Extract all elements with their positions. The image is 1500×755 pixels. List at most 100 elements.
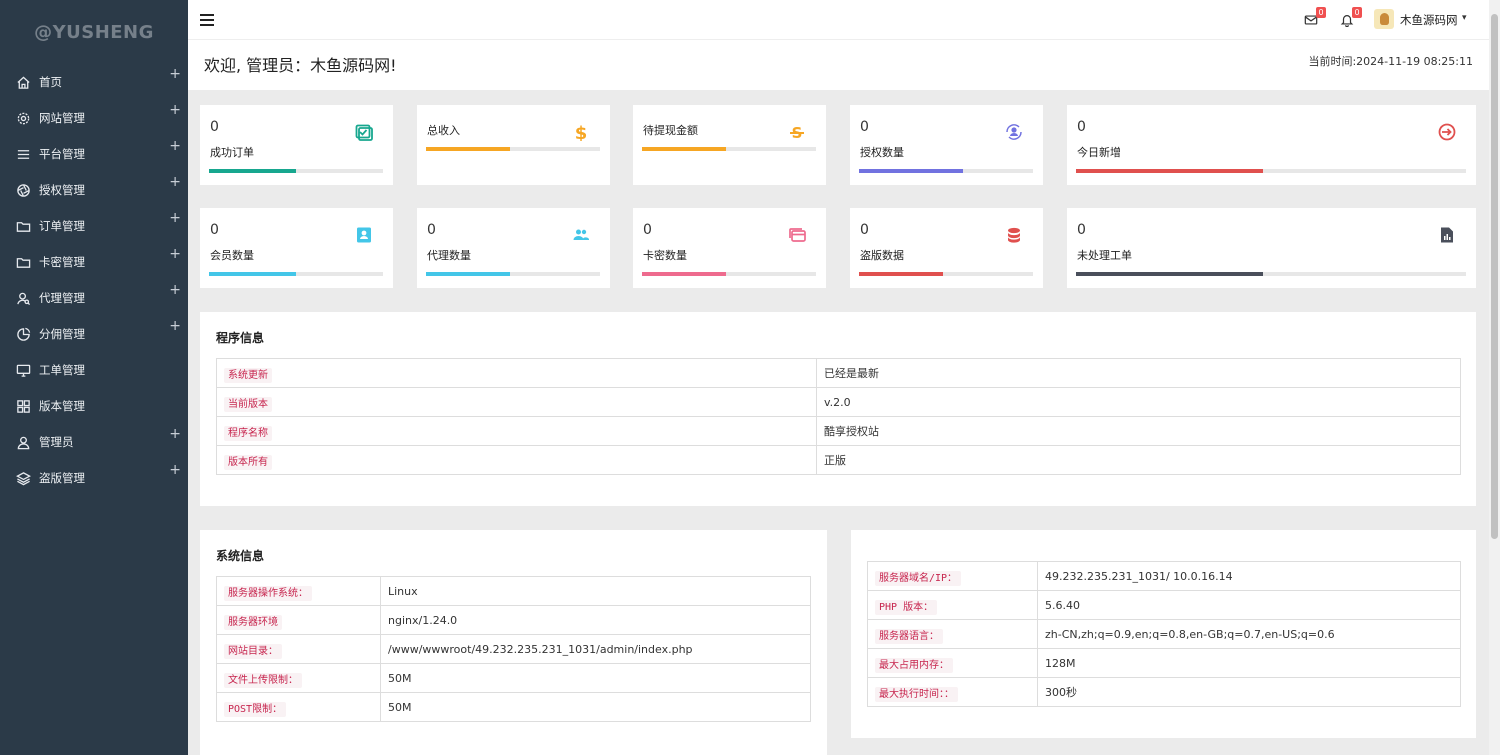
info-value-cell: 已经是最新 [816, 358, 1461, 388]
info-key: 最大占用内存： [875, 657, 953, 673]
info-value-cell: 5.6.40 [1037, 590, 1461, 620]
sidebar-item-label: 工单管理 [39, 363, 85, 377]
info-key: 最大执行时间：： [875, 686, 958, 702]
info-key: 网站目录： [224, 643, 282, 659]
expand-plus-icon[interactable]: + [169, 174, 181, 190]
contact-card-icon [354, 225, 374, 245]
svg-text:$: $ [575, 123, 588, 141]
info-key-cell: 最大执行时间：： [867, 677, 1038, 707]
server-info-panel: 服务器域名/IP： 49.232.235.231_1031/ 10.0.16.14… [851, 530, 1476, 738]
sidebar-item-0[interactable]: 首页 + [0, 64, 188, 100]
table-row: 服务器操作系统： Linux [216, 576, 811, 606]
expand-plus-icon[interactable]: + [169, 102, 181, 118]
stat-label: 总收入 [427, 124, 460, 137]
current-time: 当前时间:2024-11-19 08:25:11 [1308, 55, 1473, 68]
info-value-cell: 49.232.235.231_1031/ 10.0.16.14 [1037, 561, 1461, 591]
bell-icon[interactable]: 0 [1340, 7, 1362, 29]
progress-fill [859, 169, 963, 173]
server-info-table: 服务器域名/IP： 49.232.235.231_1031/ 10.0.16.14… [867, 561, 1461, 707]
table-row: 网站目录： /www/wwwroot/49.232.235.231_1031/ad… [216, 634, 811, 664]
system-info-table: 服务器操作系统： Linux 服务器环境 nginx/1.24.0 网站目录： /www/… [216, 576, 811, 722]
info-key-cell: 程序名称 [216, 416, 817, 446]
info-value-cell: nginx/1.24.0 [380, 605, 811, 635]
progress-bar [209, 272, 383, 276]
info-value: 300秒 [1045, 686, 1077, 699]
sidebar-item-8[interactable]: 工单管理 [0, 352, 188, 388]
info-key: 服务器语言： [875, 628, 943, 644]
info-value: 50M [388, 671, 412, 685]
table-row: PHP 版本： 5.6.40 [867, 590, 1461, 620]
stat-card: 待提现金额 S [633, 105, 826, 185]
stat-card: 0 授权数量 [850, 105, 1043, 185]
info-value: 5.6.40 [1045, 598, 1080, 612]
progress-fill [426, 147, 510, 151]
sidebar-item-5[interactable]: 卡密管理 + [0, 244, 188, 280]
chevron-down-icon[interactable]: ▾ [1462, 13, 1467, 23]
expand-plus-icon[interactable]: + [169, 318, 181, 334]
info-key-cell: 当前版本 [216, 387, 817, 417]
stat-label: 代理数量 [427, 249, 471, 262]
progress-bar [642, 272, 816, 276]
expand-plus-icon[interactable]: + [169, 246, 181, 262]
info-value: 正版 [824, 454, 846, 467]
page-scrollbar[interactable] [1489, 0, 1500, 755]
progress-bar [859, 169, 1033, 173]
panel-title: 系统信息 [216, 549, 265, 563]
system-info-panel: 系统信息 服务器操作系统： Linux 服务器环境 nginx/1.24.0 网站目录：… [200, 530, 827, 755]
info-value-cell: 正版 [816, 445, 1461, 475]
info-key-cell: 系统更新 [216, 358, 817, 388]
sidebar-item-3[interactable]: 授权管理 + [0, 172, 188, 208]
sidebar-item-1[interactable]: 网站管理 + [0, 100, 188, 136]
stat-value: 0 [1077, 222, 1086, 238]
stat-label: 会员数量 [210, 249, 254, 262]
report-icon [1437, 225, 1457, 245]
sidebar-item-9[interactable]: 版本管理 [0, 388, 188, 424]
info-value-cell: v.2.0 [816, 387, 1461, 417]
welcome-bar: 欢迎, 管理员：木鱼源码网! 当前时间:2024-11-19 08:25:11 [188, 40, 1489, 90]
hamburger-menu-icon[interactable] [200, 14, 214, 29]
info-value-cell: zh-CN,zh;q=0.9,en;q=0.8,en-GB;q=0.7,en-U… [1037, 619, 1461, 649]
expand-plus-icon[interactable]: + [169, 426, 181, 442]
scrollbar-thumb[interactable] [1491, 14, 1498, 539]
info-key: 服务器域名/IP： [875, 570, 962, 586]
progress-fill [1076, 169, 1263, 173]
stat-label: 待提现金额 [643, 124, 698, 137]
table-row: 程序名称 酷享授权站 [216, 416, 1461, 446]
progress-bar [426, 272, 600, 276]
info-key-cell: 服务器语言： [867, 619, 1038, 649]
info-key: 当前版本 [224, 396, 272, 412]
stat-value: 0 [1077, 119, 1086, 135]
info-value-cell: 酷享授权站 [816, 416, 1461, 446]
grid-icon [15, 398, 31, 414]
program-info-panel: 程序信息 系统更新 已经是最新 当前版本 v.2.0 程序名称 酷享授权站 版本所有 正版 [200, 312, 1476, 506]
bell-badge: 0 [1352, 7, 1362, 18]
info-key-cell: 服务器操作系统： [216, 576, 381, 606]
expand-plus-icon[interactable]: + [169, 210, 181, 226]
sidebar-item-10[interactable]: 管理员 + [0, 424, 188, 460]
expand-plus-icon[interactable]: + [169, 282, 181, 298]
info-key: 系统更新 [224, 367, 272, 383]
sidebar-item-2[interactable]: 平台管理 + [0, 136, 188, 172]
user-name[interactable]: 木鱼源码网 [1400, 12, 1458, 28]
sidebar-item-6[interactable]: 代理管理 + [0, 280, 188, 316]
progress-bar [426, 147, 600, 151]
table-row: 系统更新 已经是最新 [216, 358, 1461, 388]
program-info-table: 系统更新 已经是最新 当前版本 v.2.0 程序名称 酷享授权站 版本所有 正版 [216, 358, 1461, 475]
expand-plus-icon[interactable]: + [169, 66, 181, 82]
sidebar-item-4[interactable]: 订单管理 + [0, 208, 188, 244]
sidebar-item-label: 订单管理 [39, 219, 85, 233]
info-value: nginx/1.24.0 [388, 613, 458, 627]
sidebar-item-label: 代理管理 [39, 291, 85, 305]
mail-icon[interactable]: 0 [1304, 7, 1326, 29]
stat-card: 0 成功订单 [200, 105, 393, 185]
expand-plus-icon[interactable]: + [169, 462, 181, 478]
sidebar-item-11[interactable]: 盗版管理 + [0, 460, 188, 496]
progress-fill [426, 272, 510, 276]
sidebar-item-7[interactable]: 分佣管理 + [0, 316, 188, 352]
progress-fill [209, 169, 296, 173]
info-value-cell: Linux [380, 576, 811, 606]
avatar[interactable] [1374, 9, 1394, 29]
brand-logo: @YUSHENG [34, 21, 154, 43]
expand-plus-icon[interactable]: + [169, 138, 181, 154]
info-key: PHP 版本： [875, 599, 938, 615]
